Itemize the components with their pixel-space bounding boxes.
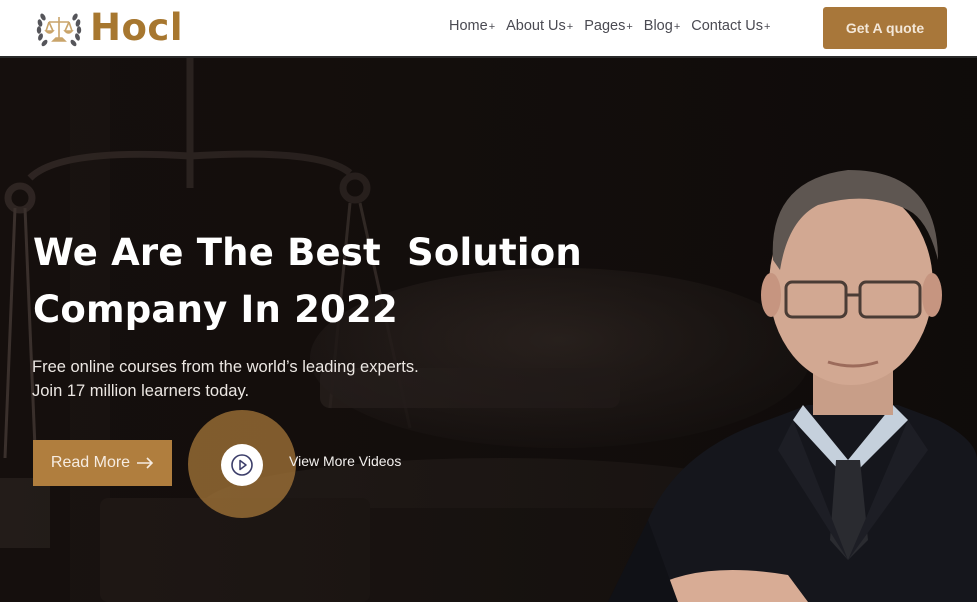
hero-title-line1: We Are The Best Solution (33, 231, 582, 274)
brand-name: Hocl (90, 6, 184, 49)
hero-title: We Are The Best Solution Company In 2022 (33, 224, 653, 338)
main-nav: Home+ About Us+ Pages+ Blog+ Contact Us+ (449, 18, 770, 34)
nav-label: Home (449, 18, 488, 34)
hero-section: We Are The Best Solution Company In 2022… (0, 58, 977, 602)
read-more-label: Read More (50, 454, 131, 471)
play-icon (231, 454, 253, 476)
site-header: Hocl Home+ About Us+ Pages+ Blog+ Contac… (0, 0, 977, 58)
hero-subtitle-line2: Join 17 million learners today. (32, 382, 250, 400)
lawyer-portrait-image (608, 170, 977, 602)
nav-label: About Us (506, 18, 566, 34)
plus-icon: + (566, 21, 574, 33)
nav-label: Pages (584, 18, 626, 34)
scales-laurel-icon (36, 13, 82, 47)
play-video-button[interactable] (221, 444, 263, 486)
arrow-right-icon (137, 457, 154, 469)
nav-item-pages[interactable]: Pages+ (584, 18, 633, 34)
nav-label: Blog (643, 18, 673, 34)
nav-item-contact[interactable]: Contact Us+ (691, 18, 770, 34)
hero-subtitle-line1: Free online courses from the world’s lea… (32, 358, 419, 376)
nav-item-about[interactable]: About Us+ (506, 18, 573, 34)
plus-icon: + (673, 21, 681, 33)
get-quote-button[interactable]: Get A quote (823, 7, 947, 49)
hero-subtitle: Free online courses from the world’s lea… (32, 355, 492, 403)
nav-label: Contact Us (691, 18, 763, 34)
nav-item-blog[interactable]: Blog+ (644, 18, 680, 34)
plus-icon: + (488, 21, 496, 33)
plus-icon: + (763, 21, 771, 33)
plus-icon: + (626, 21, 633, 33)
view-more-videos-link[interactable]: View More Videos (289, 453, 401, 469)
logo[interactable]: Hocl (34, 5, 183, 51)
hero-title-line2: Company In 2022 (33, 288, 398, 331)
read-more-button[interactable]: Read More (33, 440, 172, 486)
nav-item-home[interactable]: Home+ (449, 18, 495, 34)
